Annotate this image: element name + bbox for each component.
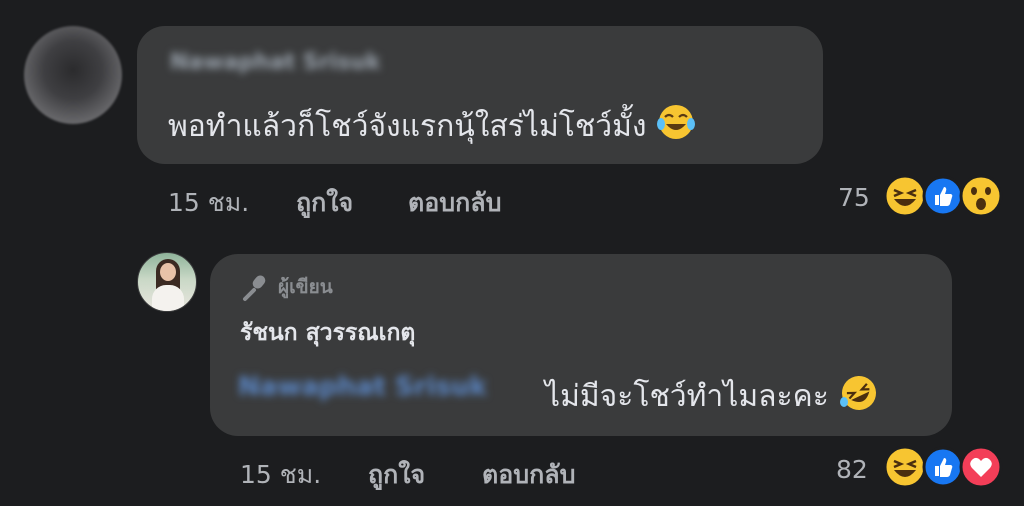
laugh-reaction-icon xyxy=(883,445,927,489)
laugh-reaction-icon xyxy=(883,174,927,218)
reply-button[interactable]: ตอบกลับ xyxy=(408,183,501,223)
reply-like-button[interactable]: ถูกใจ xyxy=(368,455,425,495)
like-reaction-icon xyxy=(922,446,964,488)
author-badge-label: ผู้เขียน xyxy=(278,276,333,298)
mention-tag[interactable]: Nawaphat Srisuk xyxy=(238,372,487,402)
comment-text-content: พอทำแล้วก็โชว์จังแรกนุ้ใสร่ไม่โชว์มั้ง xyxy=(168,109,647,144)
reaction-summary[interactable] xyxy=(883,174,1003,218)
avatar-body xyxy=(152,285,184,311)
love-reaction-icon xyxy=(959,445,1003,489)
reply-text-content: ไม่มีจะโชว์ทำไมละคะ xyxy=(545,379,829,414)
commenter-avatar[interactable] xyxy=(24,26,122,124)
reply-text: ไม่มีจะโชว์ทำไมละคะ xyxy=(545,372,880,420)
like-button[interactable]: ถูกใจ xyxy=(296,183,353,223)
author-avatar[interactable] xyxy=(137,252,197,312)
reply-reply-button[interactable]: ตอบกลับ xyxy=(482,455,575,495)
author-badge: ผู้เขียน xyxy=(240,272,333,302)
comment-author-name[interactable]: Nawaphat Srisuk xyxy=(170,50,380,75)
like-reaction-icon xyxy=(922,175,964,217)
comment-text: พอทำแล้วก็โชว์จังแรกนุ้ใสร่ไม่โชว์มั้ง xyxy=(168,102,696,150)
microphone-icon xyxy=(243,275,266,301)
comment-time[interactable]: 15 ชม. xyxy=(168,183,249,223)
reply-author-name[interactable]: รัชนก สุวรรณเกตุ xyxy=(240,315,415,351)
reply-reaction-count[interactable]: 82 xyxy=(836,455,868,484)
wow-reaction-icon xyxy=(959,174,1003,218)
tears-of-joy-emoji-icon xyxy=(657,105,696,139)
reply-reaction-summary[interactable] xyxy=(883,445,1003,489)
reaction-count[interactable]: 75 xyxy=(838,183,870,212)
rolling-laughing-emoji-icon xyxy=(840,376,877,410)
avatar-face xyxy=(160,263,176,281)
reply-time[interactable]: 15 ชม. xyxy=(240,455,321,495)
